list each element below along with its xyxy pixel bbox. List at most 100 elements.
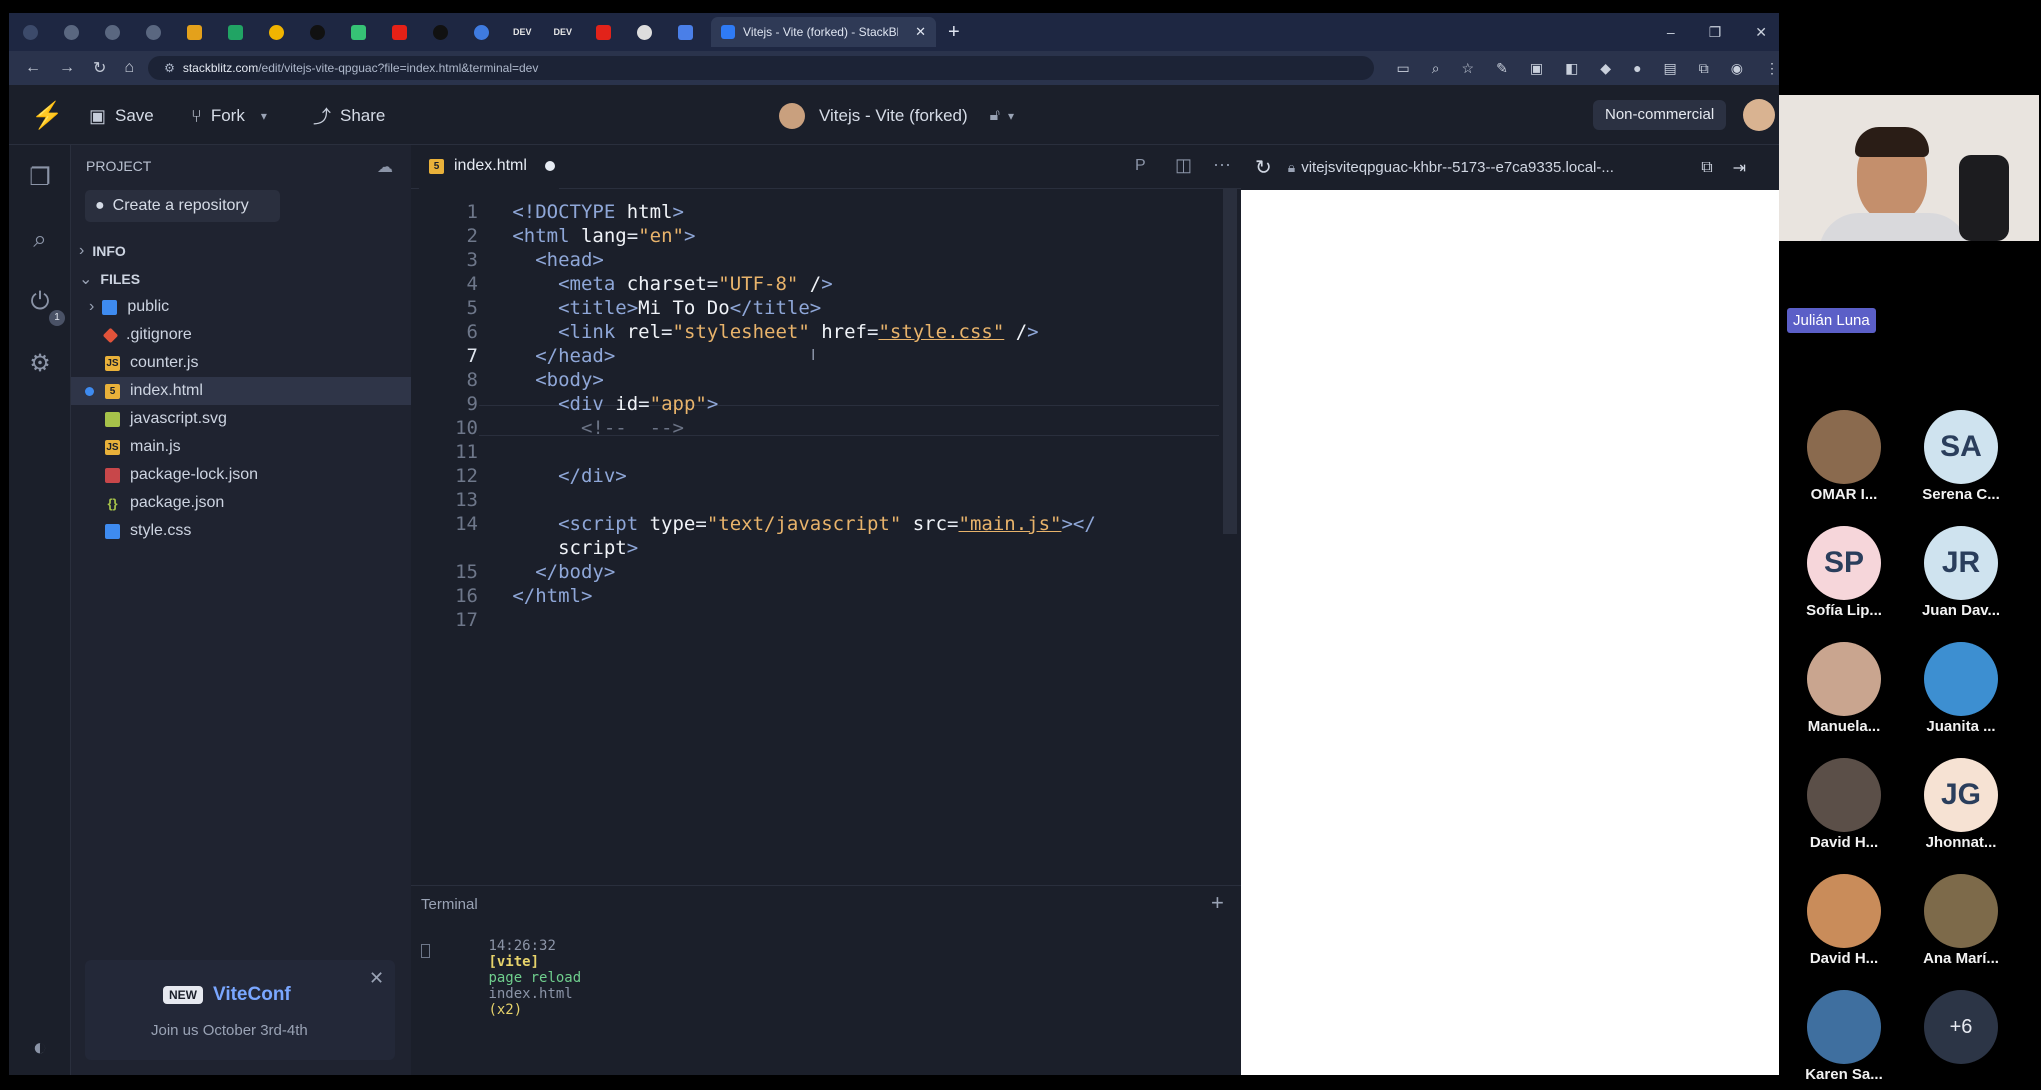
zoom-icon[interactable]: ⌕ <box>1432 60 1440 77</box>
tab-favicon-icon[interactable] <box>269 24 284 40</box>
tab-favicon-icon[interactable] <box>392 24 407 40</box>
participant-tile[interactable]: David H... <box>1789 874 1899 974</box>
file-gitignore[interactable]: .gitignore <box>71 321 411 349</box>
user-avatar[interactable] <box>1743 99 1775 131</box>
close-promo-icon[interactable]: ✕ <box>369 968 384 989</box>
file-main-js[interactable]: JS main.js <box>71 433 411 461</box>
participant-tile[interactable]: JR Juan Dav... <box>1906 526 2016 626</box>
participant-tile[interactable]: SP Sofía Lip... <box>1789 526 1899 626</box>
tab-index-html[interactable]: 5 index.html <box>419 145 559 189</box>
site-info-icon[interactable]: ⚙ <box>164 61 175 75</box>
home-icon[interactable]: ⌂ <box>124 59 134 77</box>
participant-tile[interactable]: JG Jhonnat... <box>1906 758 2016 858</box>
tab-favicon-icon[interactable] <box>351 24 366 40</box>
markdown-preview-icon[interactable]: P <box>1135 157 1146 175</box>
files-icon[interactable]: ❐ <box>27 165 53 191</box>
save-button[interactable]: ▣ Save <box>89 103 154 129</box>
extension-icon[interactable]: ✎ <box>1496 60 1508 77</box>
open-new-window-icon[interactable]: ⧉ <box>1701 159 1712 177</box>
participant-tile[interactable]: Juanita ... <box>1906 642 2016 742</box>
terminal-panel[interactable]: Terminal + 14:26:32 [vite] page reload i… <box>411 885 1241 1075</box>
code-string: "UTF-8" <box>718 273 799 295</box>
close-preview-icon[interactable]: ⇥ <box>1733 158 1746 178</box>
stackblitz-logo-icon[interactable]: ⚡ <box>31 101 63 129</box>
code-equals: = <box>638 393 650 415</box>
create-repository-button[interactable]: ● Create a repository <box>85 190 280 222</box>
cast-icon[interactable]: ▭ <box>1396 60 1409 77</box>
file-counter-js[interactable]: JS counter.js <box>71 349 411 377</box>
restore-icon[interactable]: ❐ <box>1709 24 1722 41</box>
tab-favicon-icon[interactable] <box>474 24 489 40</box>
search-icon[interactable]: ⌕ <box>27 227 53 253</box>
theme-toggle-icon[interactable]: ◐ <box>27 1035 53 1061</box>
refresh-preview-icon[interactable]: ↻ <box>1255 155 1272 180</box>
add-terminal-icon[interactable]: + <box>1211 890 1224 916</box>
license-badge[interactable]: Non-commercial <box>1593 100 1727 130</box>
extension-icon[interactable]: ◆ <box>1600 60 1611 77</box>
participant-tile[interactable]: SA Serena C... <box>1906 410 2016 510</box>
participant-tile[interactable]: David H... <box>1789 758 1899 858</box>
tab-dev-label[interactable]: DEV <box>554 27 573 37</box>
file-javascript-svg[interactable]: javascript.svg <box>71 405 411 433</box>
file-package-lock-json[interactable]: package-lock.json <box>71 461 411 489</box>
tab-favicon-icon[interactable] <box>637 24 653 40</box>
participant-tile[interactable]: OMAR I... <box>1789 410 1899 510</box>
editor-scrollbar[interactable] <box>1223 189 1237 534</box>
file-public[interactable]: › public <box>71 293 411 321</box>
participant-tile[interactable]: Karen Sa... <box>1789 990 1899 1090</box>
tab-dev-label[interactable]: DEV <box>513 27 532 37</box>
tab-favicon-icon[interactable] <box>310 24 325 40</box>
close-tab-icon[interactable]: ✕ <box>915 24 926 40</box>
participant-tile[interactable]: Manuela... <box>1789 642 1899 742</box>
tab-favicon-icon[interactable] <box>146 24 161 40</box>
tab-favicon-icon[interactable] <box>678 24 694 40</box>
forward-icon[interactable]: → <box>59 59 75 77</box>
bookmark-star-icon[interactable]: ☆ <box>1462 60 1475 77</box>
preview-url[interactable]: vitejsviteqpguac-khbr--5173--e7ca9335.lo… <box>1301 159 1681 176</box>
participant-tile[interactable]: Ana Marí... <box>1906 874 2016 974</box>
settings-gear-icon[interactable]: ⚙ <box>27 351 53 377</box>
profile-icon[interactable]: ◉ <box>1731 60 1743 77</box>
minimize-icon[interactable]: – <box>1667 24 1675 40</box>
extension-icon[interactable]: ▤ <box>1664 60 1677 77</box>
file-package-json[interactable]: {} package.json <box>71 489 411 517</box>
extension-icon[interactable]: ▣ <box>1530 60 1543 77</box>
chevron-down-icon[interactable]: ▾ <box>1008 109 1014 123</box>
reload-icon[interactable]: ↻ <box>93 58 106 78</box>
tab-favicon-icon[interactable] <box>596 24 612 40</box>
lock-icon[interactable]: 🔓︎ <box>990 107 1000 125</box>
preview-frame[interactable] <box>1241 190 1779 1075</box>
tab-stackblitz[interactable]: Vitejs - Vite (forked) - StackBlitz ✕ <box>711 17 937 47</box>
file-style-css[interactable]: style.css <box>71 517 411 545</box>
extensions-puzzle-icon[interactable]: ⧉ <box>1699 60 1709 77</box>
code-tag: > <box>603 561 616 583</box>
extension-icon[interactable]: ● <box>1633 60 1641 76</box>
chevron-down-icon[interactable]: ▾ <box>261 109 267 123</box>
tab-favicon-icon[interactable] <box>433 24 448 40</box>
tab-favicon-icon[interactable] <box>228 24 243 40</box>
tab-menu-icon[interactable] <box>23 24 38 40</box>
cloud-upload-icon[interactable]: ☁ <box>377 157 393 177</box>
back-icon[interactable]: ← <box>25 59 41 77</box>
close-window-icon[interactable]: ✕ <box>1755 24 1767 41</box>
share-button[interactable]: ⤴ Share <box>313 103 385 129</box>
viteconf-promo[interactable]: ✕ NEW ViteConf Join us October 3rd-4th <box>85 960 395 1060</box>
browser-menu-icon[interactable]: ⋮ <box>1765 60 1779 77</box>
speaker-video[interactable] <box>1779 95 2039 241</box>
tab-favicon-icon[interactable] <box>64 24 79 40</box>
file-index-html[interactable]: 5 index.html <box>71 377 411 405</box>
tab-favicon-icon[interactable] <box>187 24 202 40</box>
project-title-area[interactable]: Vitejs - Vite (forked) 🔓︎ ▾ <box>779 103 1014 129</box>
participant-tile[interactable]: +6 <box>1906 990 2016 1090</box>
split-editor-icon[interactable]: ◫ <box>1175 155 1192 176</box>
new-tab-button[interactable]: + <box>948 21 960 44</box>
files-section[interactable]: ⌄ FILES <box>71 265 411 293</box>
ports-icon[interactable]: ⏻ <box>27 289 53 315</box>
more-actions-icon[interactable]: ⋯ <box>1213 155 1231 176</box>
extension-icon[interactable]: ◧ <box>1565 60 1578 77</box>
code-line[interactable]: 17 <box>411 605 1211 636</box>
info-section[interactable]: › INFO <box>71 237 411 265</box>
fork-button[interactable]: ⑂ Fork ▾ <box>191 103 267 129</box>
tab-favicon-icon[interactable] <box>105 24 120 40</box>
url-field[interactable]: ⚙ stackblitz.com /edit/vitejs-vite-qpgua… <box>148 56 1375 80</box>
